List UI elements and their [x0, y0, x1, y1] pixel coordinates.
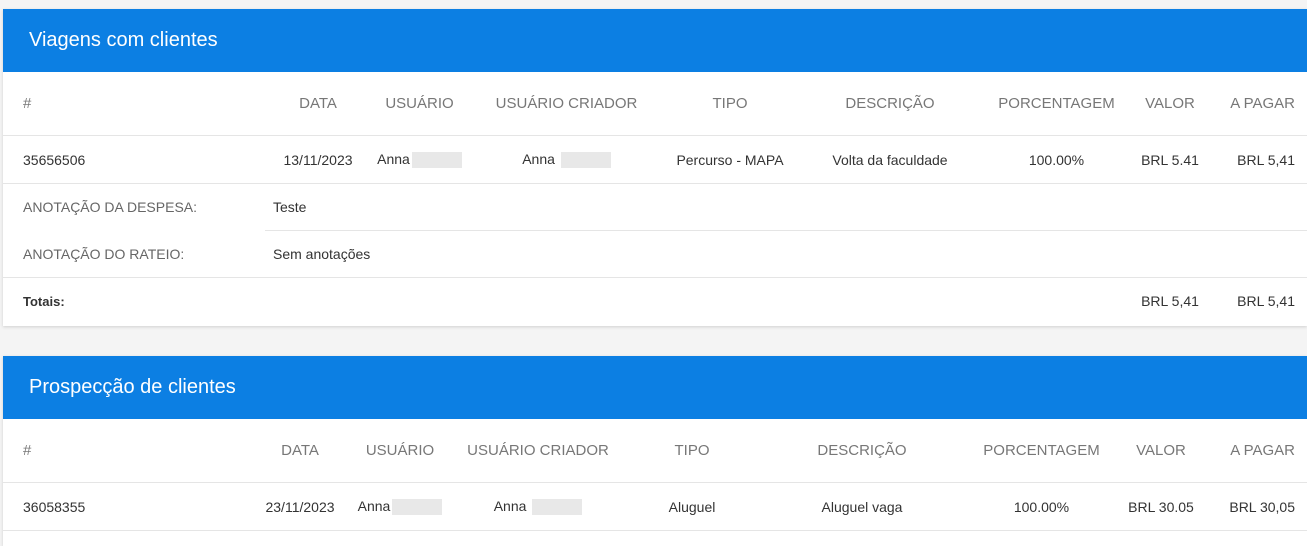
cell-percent: 100.00% [985, 135, 1128, 184]
totals-label: Totais: [23, 293, 65, 309]
cell-creator: Anna [448, 482, 628, 531]
split-note-row: ANOTAÇÃO DO RATEIO: Sem anotações [3, 230, 1307, 278]
col-header-description[interactable]: DESCRIÇÃO [795, 72, 985, 136]
table-row[interactable]: 35656506 13/11/2023 Anna Anna Percurso -… [3, 135, 1307, 184]
split-note-label: ANOTAÇÃO DO RATEIO: [3, 230, 265, 278]
user-name: Anna [377, 150, 410, 167]
col-header-to-pay[interactable]: A PAGAR [1207, 419, 1307, 483]
cell-creator: Anna [468, 135, 665, 184]
creator-name: Anna [522, 150, 555, 167]
col-header-type[interactable]: TIPO [628, 419, 756, 483]
totals-row: Totais: BRL 5,41 BRL 5,41 [3, 278, 1307, 325]
col-header-date[interactable]: DATA [248, 419, 352, 483]
col-header-percent[interactable]: PORCENTAGEM [968, 419, 1115, 483]
table-row[interactable]: 36058355 23/11/2023 Anna Anna Aluguel Al… [3, 482, 1307, 531]
cell-percent: 100.00% [968, 482, 1115, 531]
col-header-user[interactable]: USUÁRIO [371, 72, 468, 136]
col-header-value[interactable]: VALOR [1115, 419, 1207, 483]
redacted-block [560, 152, 611, 169]
cell-date: 23/11/2023 [248, 482, 352, 531]
col-header-id[interactable]: # [3, 419, 248, 483]
table-header-row: # DATA USUÁRIO USUÁRIO CRIADOR TIPO DESC… [3, 72, 1307, 136]
cell-id: 35656506 [3, 135, 265, 184]
cell-description: Volta da faculdade [795, 135, 985, 184]
redacted-block [532, 499, 583, 516]
col-header-id[interactable]: # [3, 72, 265, 136]
col-header-percent[interactable]: PORCENTAGEM [985, 72, 1128, 136]
col-header-creator[interactable]: USUÁRIO CRIADOR [448, 419, 628, 483]
cell-to-pay: BRL 30,05 [1207, 482, 1307, 531]
cell-user: Anna [371, 135, 468, 184]
expense-note-row: ANOTAÇÃO DA DESPESA: Teste [3, 183, 1307, 231]
cell-to-pay: BRL 5,41 [1212, 135, 1307, 184]
col-header-description[interactable]: DESCRIÇÃO [756, 419, 968, 483]
expense-note-label: ANOTAÇÃO DA DESPESA: [3, 183, 265, 231]
col-header-user[interactable]: USUÁRIO [352, 419, 448, 483]
expenses-table: # DATA USUÁRIO USUÁRIO CRIADOR TIPO DESC… [3, 72, 1307, 324]
redacted-block [392, 499, 443, 516]
cell-type: Percurso - MAPA [665, 135, 795, 184]
expenses-table: # DATA USUÁRIO USUÁRIO CRIADOR TIPO DESC… [3, 419, 1307, 531]
redacted-block [411, 152, 462, 169]
table-header-row: # DATA USUÁRIO USUÁRIO CRIADOR TIPO DESC… [3, 419, 1307, 483]
cell-value: BRL 5.41 [1128, 135, 1212, 184]
card-viagens-clientes: Viagens com clientes # DATA USUÁRIO USUÁ… [3, 9, 1307, 326]
cell-id: 36058355 [3, 482, 248, 531]
col-header-date[interactable]: DATA [265, 72, 371, 136]
creator-name: Anna [493, 497, 527, 514]
col-header-value[interactable]: VALOR [1128, 72, 1212, 136]
cell-description: Aluguel vaga [756, 482, 968, 531]
card-prospeccao-clientes: Prospecção de clientes # DATA USUÁRIO US… [3, 356, 1307, 546]
col-header-type[interactable]: TIPO [665, 72, 795, 136]
section-title: Viagens com clientes [3, 9, 1307, 72]
split-note-value: Sem anotações [265, 230, 1307, 278]
cell-type: Aluguel [628, 482, 756, 531]
cell-user: Anna [352, 482, 448, 531]
totals-to-pay: BRL 5,41 [1237, 293, 1295, 309]
section-title: Prospecção de clientes [3, 356, 1307, 419]
user-name: Anna [357, 497, 391, 514]
cell-value: BRL 30.05 [1115, 482, 1207, 531]
totals-value: BRL 5,41 [1141, 293, 1199, 309]
cell-date: 13/11/2023 [265, 135, 371, 184]
col-header-to-pay[interactable]: A PAGAR [1212, 72, 1307, 136]
expense-note-value: Teste [265, 183, 1307, 231]
col-header-creator[interactable]: USUÁRIO CRIADOR [468, 72, 665, 136]
